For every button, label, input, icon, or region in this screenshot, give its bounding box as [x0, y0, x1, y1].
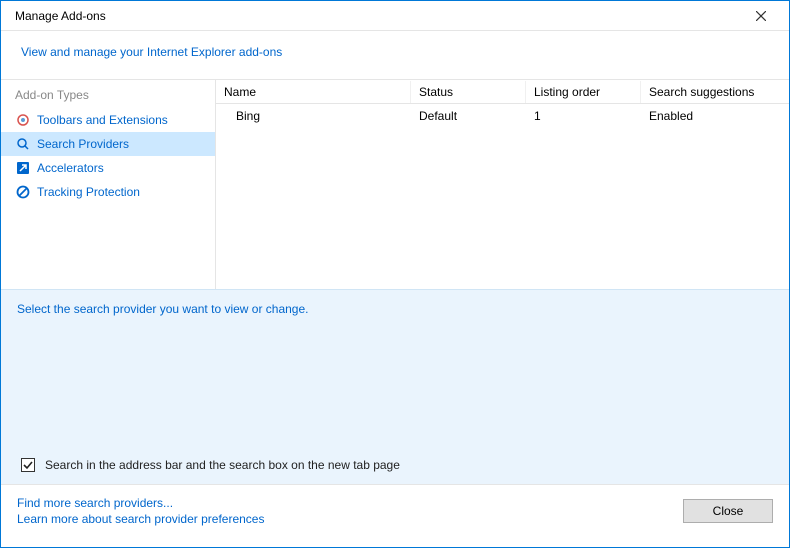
arrow-icon — [15, 160, 31, 176]
sidebar-item-label: Tracking Protection — [37, 185, 140, 199]
search-address-checkbox[interactable] — [21, 458, 35, 472]
sidebar: Add-on Types Toolbars and Extensions Sea… — [1, 80, 216, 289]
sidebar-item-label: Accelerators — [37, 161, 104, 175]
table-header[interactable]: Name Status Listing order Search suggest… — [216, 80, 789, 104]
sidebar-item-label: Toolbars and Extensions — [37, 113, 168, 127]
find-providers-link[interactable]: Find more search providers... — [17, 496, 264, 510]
search-icon — [15, 136, 31, 152]
subheader-text: View and manage your Internet Explorer a… — [21, 45, 282, 59]
col-header-name[interactable]: Name — [216, 81, 411, 103]
detail-hint: Select the search provider you want to v… — [17, 302, 773, 316]
close-button[interactable]: Close — [683, 499, 773, 523]
checkbox-label: Search in the address bar and the search… — [45, 458, 400, 472]
block-icon — [15, 184, 31, 200]
window-title: Manage Add-ons — [15, 9, 106, 23]
col-header-order[interactable]: Listing order — [526, 81, 641, 103]
detail-pane: Select the search provider you want to v… — [1, 289, 789, 484]
content-table: Name Status Listing order Search suggest… — [216, 80, 789, 289]
table-row[interactable]: Bing Default 1 Enabled — [216, 104, 789, 128]
sidebar-item-label: Search Providers — [37, 137, 129, 151]
cell-suggestions: Enabled — [641, 106, 789, 126]
sidebar-item-tracking[interactable]: Tracking Protection — [1, 180, 215, 204]
learn-more-link[interactable]: Learn more about search provider prefere… — [17, 512, 264, 526]
footer-links: Find more search providers... Learn more… — [17, 496, 264, 526]
sidebar-header: Add-on Types — [1, 80, 215, 108]
main-area: Add-on Types Toolbars and Extensions Sea… — [1, 79, 789, 289]
cell-name: Bing — [216, 106, 411, 126]
cell-order: 1 — [526, 106, 641, 126]
footer: Find more search providers... Learn more… — [1, 484, 789, 536]
col-header-status[interactable]: Status — [411, 81, 526, 103]
cell-status: Default — [411, 106, 526, 126]
sidebar-item-accelerators[interactable]: Accelerators — [1, 156, 215, 180]
checkbox-row: Search in the address bar and the search… — [21, 458, 400, 472]
sidebar-item-search[interactable]: Search Providers — [1, 132, 215, 156]
gear-icon — [15, 112, 31, 128]
col-header-suggestions[interactable]: Search suggestions — [641, 81, 789, 103]
titlebar: Manage Add-ons — [1, 1, 789, 31]
subheader: View and manage your Internet Explorer a… — [1, 31, 789, 79]
sidebar-item-toolbars[interactable]: Toolbars and Extensions — [1, 108, 215, 132]
close-icon[interactable] — [741, 2, 781, 30]
